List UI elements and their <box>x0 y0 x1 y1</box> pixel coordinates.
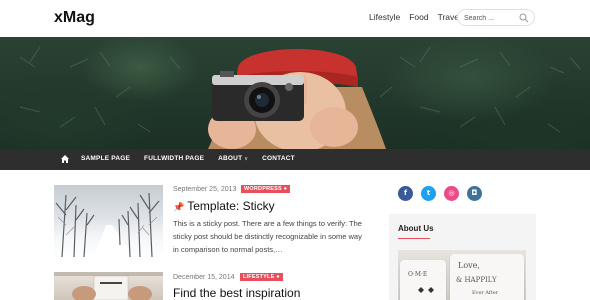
nav-contact[interactable]: CONTACT <box>262 155 295 162</box>
facebook-glyph: f <box>403 189 408 197</box>
category-badge[interactable]: LIFESTYLE ● <box>240 273 283 281</box>
svg-text:Love,: Love, <box>458 261 480 270</box>
post-thumbnail-book[interactable] <box>54 272 163 300</box>
top-nav-food[interactable]: Food <box>409 12 428 22</box>
pillow-lettering: O·M·E Love, & HAPPILY Ever After <box>408 261 499 296</box>
top-nav-lifestyle[interactable]: Lifestyle <box>369 12 400 22</box>
nav-about-label: ABOUT <box>218 155 243 162</box>
post-title[interactable]: 📌 Template: Sticky <box>173 199 275 213</box>
category-badge[interactable]: WORDPRESS ● <box>241 185 291 193</box>
dribbble-glyph: ◎ <box>448 189 455 197</box>
social-links: f t ◎ ◘ <box>398 186 482 201</box>
facebook-icon[interactable]: f <box>398 186 413 201</box>
site-title[interactable]: xMag <box>54 9 95 27</box>
site-header: xMag Lifestyle Food Travel <box>0 0 590 37</box>
post-excerpt: This is a sticky post. There are a few t… <box>173 219 362 254</box>
circle-icon: ● <box>276 274 280 280</box>
widget-title-underline <box>398 238 430 239</box>
top-nav: Lifestyle Food Travel <box>369 12 461 22</box>
instagram-icon[interactable]: ◘ <box>467 186 482 201</box>
post-title-text: Template: Sticky <box>187 199 275 213</box>
main-navigation: SAMPLE PAGE FULLWIDTH PAGE ABOUT ∨ CONTAC… <box>0 149 590 170</box>
svg-text:& HAPPILY: & HAPPILY <box>456 276 497 284</box>
header-image <box>0 37 590 149</box>
widget-title: About Us <box>398 224 434 233</box>
post-thumbnail-snowy-road[interactable] <box>54 185 163 257</box>
nav-sample-page[interactable]: SAMPLE PAGE <box>81 155 130 162</box>
twitter-glyph: t <box>426 189 431 197</box>
search-input[interactable] <box>464 12 520 24</box>
twitter-icon[interactable]: t <box>421 186 436 201</box>
svg-text:O·M·E: O·M·E <box>408 271 427 278</box>
post-date: December 15, 2014 <box>173 274 235 281</box>
instagram-glyph: ◘ <box>471 189 478 197</box>
svg-text:Ever After: Ever After <box>472 290 499 296</box>
nav-fullwidth-page[interactable]: FULLWIDTH PAGE <box>144 155 204 162</box>
search-box <box>457 9 535 26</box>
pin-icon: 📌 <box>173 202 185 212</box>
about-us-widget: About Us O·M·E Love, & HAPPILY Ever Afte… <box>389 214 536 300</box>
book-image <box>54 272 163 300</box>
nav-about[interactable]: ABOUT ∨ <box>218 155 248 162</box>
circle-icon: ● <box>283 186 288 192</box>
post-title[interactable]: Find the best inspiration <box>173 286 300 300</box>
hero-photo <box>19 46 581 149</box>
search-icon[interactable] <box>519 13 529 23</box>
dribbble-icon[interactable]: ◎ <box>444 186 459 201</box>
category-label: LIFESTYLE <box>243 274 275 280</box>
about-us-image: O·M·E Love, & HAPPILY Ever After <box>398 250 526 300</box>
category-label: WORDPRESS <box>244 186 282 192</box>
chevron-down-icon: ∨ <box>244 156 249 162</box>
snowy-road-image <box>55 192 160 257</box>
post-date: September 25, 2013 <box>173 186 237 193</box>
home-icon[interactable] <box>60 154 70 164</box>
